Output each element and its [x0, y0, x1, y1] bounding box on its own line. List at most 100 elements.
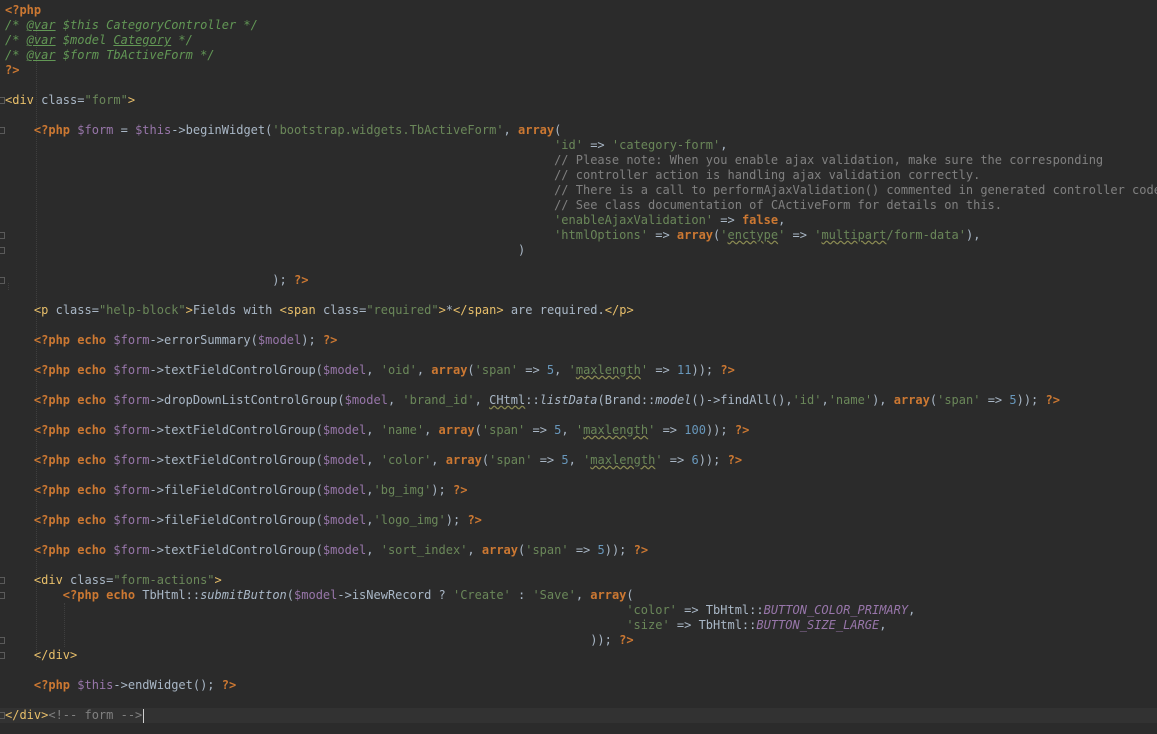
- code-token: enctype: [727, 228, 779, 242]
- code-token: ));: [1016, 393, 1046, 407]
- code-token: $model: [322, 423, 367, 437]
- code-token: ::: [525, 393, 540, 407]
- code-line[interactable]: <?php echo $form->fileFieldControlGroup(…: [0, 483, 1157, 498]
- code-token: =>: [662, 453, 692, 467]
- code-line[interactable]: <?php echo $form->fileFieldControlGroup(…: [0, 513, 1157, 528]
- code-line[interactable]: <?php $form = $this->beginWidget('bootst…: [0, 123, 1157, 138]
- code-token: <?php echo: [33, 423, 114, 437]
- code-line[interactable]: // There is a call to performAjaxValidat…: [0, 183, 1157, 198]
- code-line[interactable]: [0, 663, 1157, 678]
- code-line[interactable]: 'htmlOptions' => array('enctype' => 'mul…: [0, 228, 1157, 243]
- code-token: 'bootstrap.widgets.TbActiveForm': [272, 123, 504, 137]
- code-line[interactable]: </div><!-- form -->: [0, 708, 1157, 723]
- code-token: 5: [1009, 393, 1017, 407]
- code-line[interactable]: [0, 438, 1157, 453]
- code-line[interactable]: <?php echo TbHtml::submitButton($model->…: [0, 588, 1157, 603]
- code-line[interactable]: [0, 498, 1157, 513]
- code-line[interactable]: [0, 348, 1157, 363]
- code-token: ->beginWidget(: [171, 123, 273, 137]
- code-line[interactable]: // controller action is handling ajax va…: [0, 168, 1157, 183]
- code-token: 5: [597, 543, 605, 557]
- code-line[interactable]: [0, 693, 1157, 708]
- code-token: 'span': [474, 363, 519, 377]
- code-token: model: [655, 393, 692, 407]
- code-line[interactable]: [0, 288, 1157, 303]
- code-line[interactable]: <?php: [0, 3, 1157, 18]
- code-token: $form: [113, 513, 150, 527]
- code-line[interactable]: [0, 108, 1157, 123]
- code-token: ?>: [452, 483, 468, 497]
- code-line[interactable]: <p class="help-block">Fields with <span …: [0, 303, 1157, 318]
- code-token: 'Create': [452, 588, 511, 602]
- code-token: =>: [582, 138, 612, 152]
- code-line[interactable]: [0, 528, 1157, 543]
- code-line[interactable]: /* @var $model Category */: [0, 33, 1157, 48]
- code-line[interactable]: <?php echo $form->textFieldControlGroup(…: [0, 453, 1157, 468]
- code-line-text: 'id' => 'category-form',: [5, 138, 727, 153]
- code-token: maxlength: [575, 363, 641, 377]
- code-line[interactable]: ); ?>: [0, 273, 1157, 288]
- code-line[interactable]: ?>: [0, 63, 1157, 78]
- code-token: class=: [70, 573, 114, 587]
- code-line-text: /* @var $model Category */: [5, 33, 193, 48]
- code-token: /*: [5, 48, 27, 62]
- code-line[interactable]: 'color' => TbHtml::BUTTON_COLOR_PRIMARY,: [0, 603, 1157, 618]
- code-token: ->textFieldControlGroup(: [149, 543, 323, 557]
- code-line[interactable]: <div class="form-actions">: [0, 573, 1157, 588]
- code-line[interactable]: [0, 378, 1157, 393]
- code-token: ,: [387, 393, 403, 407]
- code-token: =>: [518, 363, 547, 377]
- code-line[interactable]: /* @var $form TbActiveForm */: [0, 48, 1157, 63]
- code-line[interactable]: <?php echo $form->textFieldControlGroup(…: [0, 363, 1157, 378]
- code-line[interactable]: <?php echo $form->errorSummary($model); …: [0, 333, 1157, 348]
- code-line-text: <?php $form = $this->beginWidget('bootst…: [5, 123, 561, 138]
- code-line[interactable]: [0, 468, 1157, 483]
- code-token: </div>: [5, 708, 49, 722]
- code-line-text: 'enableAjaxValidation' => false,: [5, 213, 785, 228]
- code-line-text: </div>: [5, 648, 77, 663]
- code-line-text: <div class="form">: [5, 93, 135, 108]
- code-line[interactable]: /* @var $this CategoryController */: [0, 18, 1157, 33]
- code-line[interactable]: [0, 408, 1157, 423]
- code-token: <?php echo: [33, 393, 114, 407]
- code-token: $model: [257, 333, 302, 347]
- code-line[interactable]: <?php echo $form->dropDownListControlGro…: [0, 393, 1157, 408]
- code-line[interactable]: )); ?>: [0, 633, 1157, 648]
- code-line[interactable]: // Please note: When you enable ajax val…: [0, 153, 1157, 168]
- code-line[interactable]: 'id' => 'category-form',: [0, 138, 1157, 153]
- code-line-text: /* @var $form TbActiveForm */: [5, 48, 215, 63]
- code-line-text: // There is a call to performAjaxValidat…: [5, 183, 1157, 198]
- code-token: ?>: [467, 513, 482, 527]
- code-line[interactable]: 'enableAjaxValidation' => false,: [0, 213, 1157, 228]
- code-line[interactable]: </div>: [0, 648, 1157, 663]
- code-line[interactable]: // See class documentation of CActiveFor…: [0, 198, 1157, 213]
- code-token: );: [5, 273, 294, 287]
- code-token: 11: [677, 363, 692, 377]
- code-token: </p>: [604, 303, 634, 317]
- code-line[interactable]: <?php echo $form->textFieldControlGroup(…: [0, 423, 1157, 438]
- code-line[interactable]: [0, 558, 1157, 573]
- code-line[interactable]: <?php echo $form->textFieldControlGroup(…: [0, 543, 1157, 558]
- code-token: 'color': [626, 603, 677, 617]
- code-token: array: [438, 423, 475, 437]
- code-line[interactable]: [0, 258, 1157, 273]
- code-token: ': [568, 363, 576, 377]
- code-token: ->fileFieldControlGroup(: [149, 513, 323, 527]
- code-token: "form-actions": [113, 573, 215, 587]
- code-token: ?>: [734, 423, 750, 437]
- code-token: =>: [785, 228, 815, 242]
- code-line[interactable]: [0, 78, 1157, 93]
- code-line[interactable]: 'size' => TbHtml::BUTTON_SIZE_LARGE,: [0, 618, 1157, 633]
- code-line[interactable]: <div class="form">: [0, 93, 1157, 108]
- code-token: >: [214, 573, 222, 587]
- code-line[interactable]: ): [0, 243, 1157, 258]
- code-token: 'oid': [380, 363, 417, 377]
- code-token: $model: [294, 588, 338, 602]
- code-token: multipart: [821, 228, 887, 242]
- code-editor[interactable]: <?php/* @var $this CategoryController */…: [0, 0, 1157, 734]
- code-token: // See class documentation of CActiveFor…: [554, 198, 1003, 212]
- code-line[interactable]: [0, 318, 1157, 333]
- code-line[interactable]: <?php $this->endWidget(); ?>: [0, 678, 1157, 693]
